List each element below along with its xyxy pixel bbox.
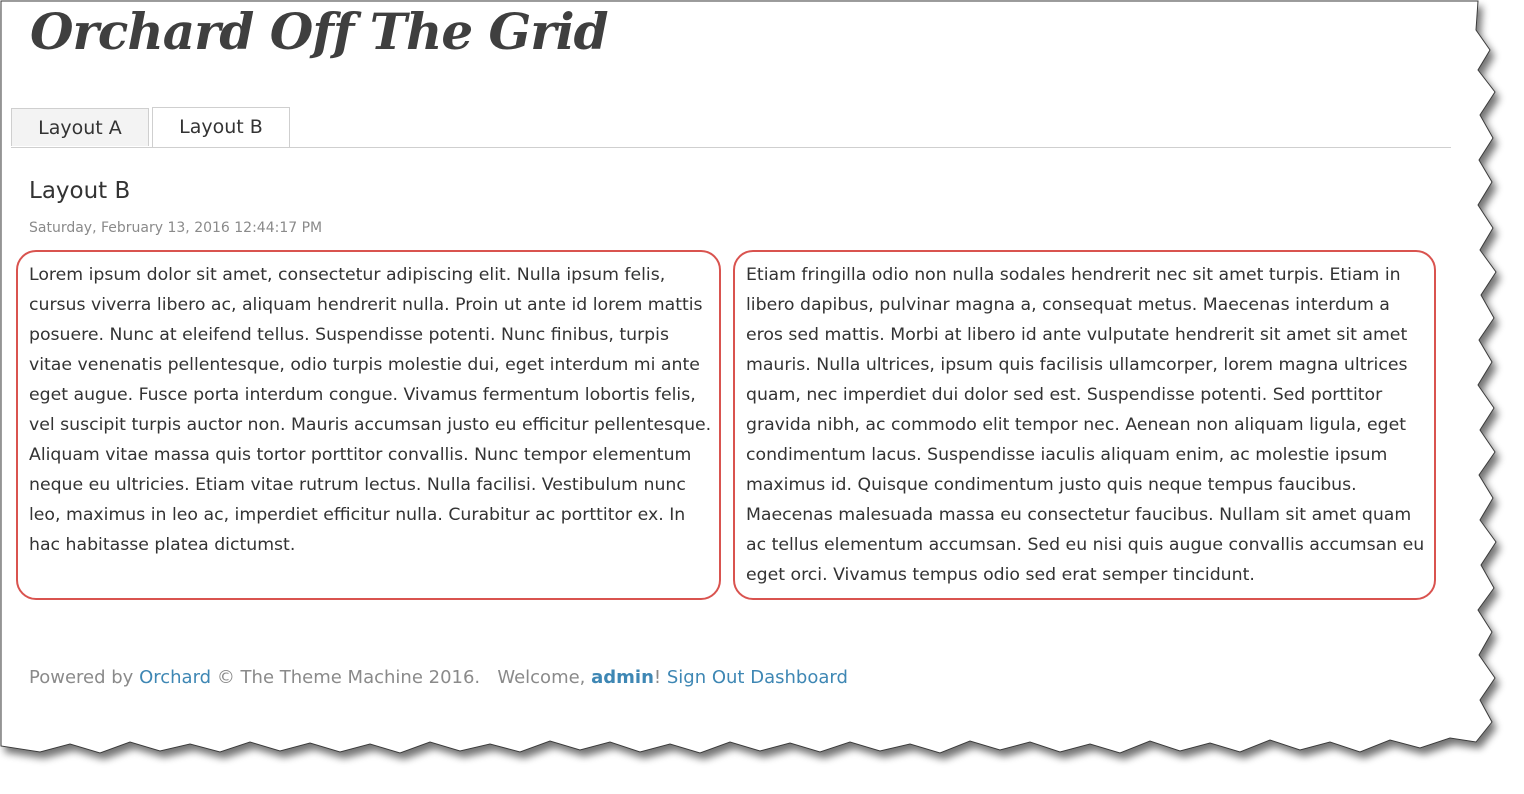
content-column-left: Lorem ipsum dolor sit amet, consectetur … bbox=[16, 250, 721, 600]
content-column-right: Etiam fringilla odio non nulla sodales h… bbox=[733, 250, 1436, 600]
tab-layout-b[interactable]: Layout B bbox=[152, 107, 290, 147]
tab-bar: Layout A Layout B bbox=[11, 107, 1451, 148]
site-title[interactable]: Orchard Off The Grid bbox=[30, 2, 609, 61]
page-content: Orchard Off The Grid Layout A Layout B L… bbox=[0, 0, 1490, 740]
exclaim-text: ! bbox=[653, 667, 662, 688]
page-title: Layout B bbox=[29, 178, 131, 204]
copyright-text: © The Theme Machine 2016. bbox=[216, 667, 481, 688]
sign-out-link[interactable]: Sign Out bbox=[667, 667, 745, 688]
footer: Powered by Orchard © The Theme Machine 2… bbox=[29, 667, 848, 688]
column-left-text: Lorem ipsum dolor sit amet, consectetur … bbox=[29, 265, 712, 555]
username-link[interactable]: admin bbox=[591, 667, 654, 688]
torn-paper-page: Orchard Off The Grid Layout A Layout B L… bbox=[0, 0, 1524, 794]
tab-layout-a[interactable]: Layout A bbox=[11, 108, 149, 146]
publish-timestamp: Saturday, February 13, 2016 12:44:17 PM bbox=[29, 220, 323, 236]
powered-by-text: Powered by bbox=[29, 667, 134, 688]
dashboard-link[interactable]: Dashboard bbox=[750, 667, 848, 688]
orchard-link[interactable]: Orchard bbox=[139, 667, 211, 688]
welcome-text: Welcome, bbox=[497, 667, 586, 688]
column-right-text: Etiam fringilla odio non nulla sodales h… bbox=[746, 265, 1425, 585]
